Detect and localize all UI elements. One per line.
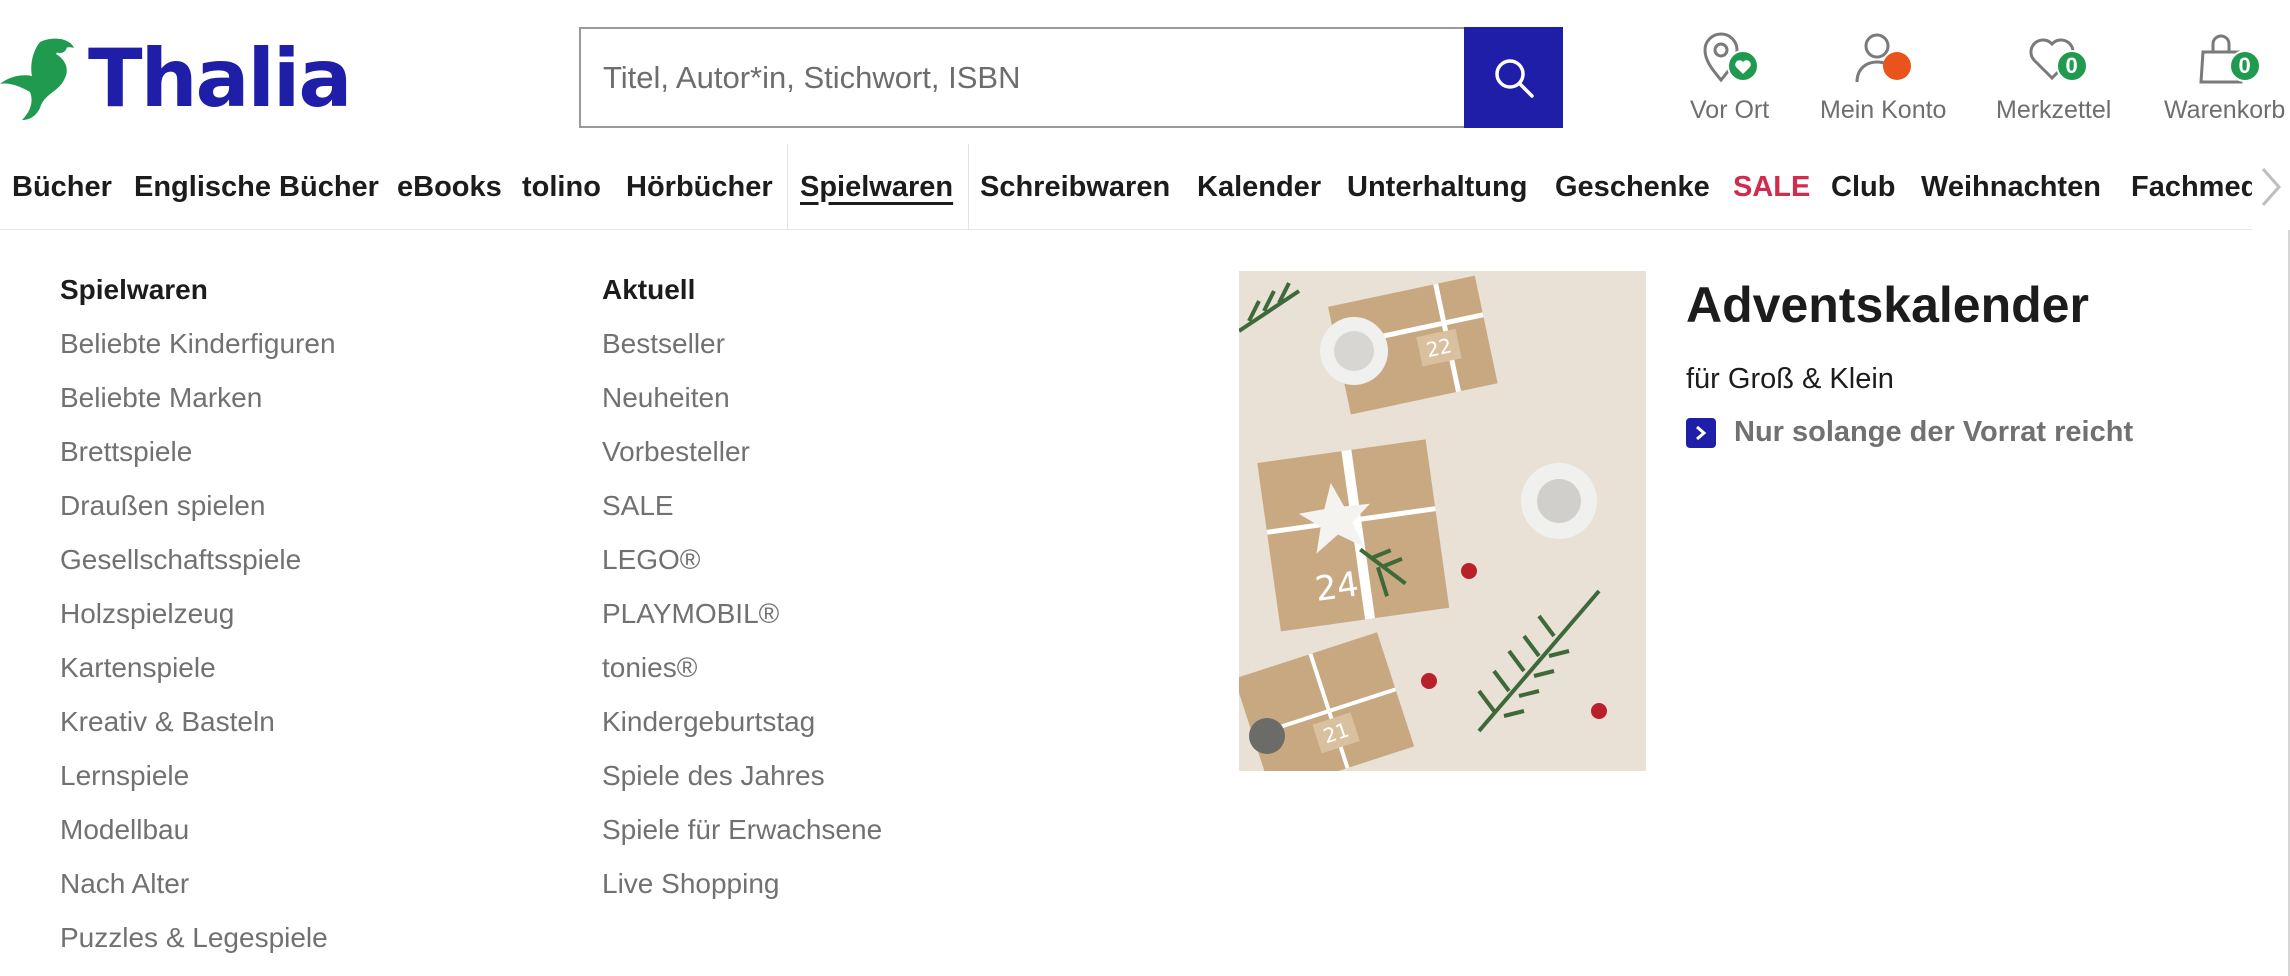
menu-link[interactable]: Puzzles & Legespiele (60, 920, 336, 974)
search-button[interactable] (1464, 27, 1563, 128)
nav-separator (968, 144, 969, 230)
nav-item-schreibwaren[interactable]: Schreibwaren (980, 144, 1170, 230)
menu-link[interactable]: Draußen spielen (60, 488, 336, 542)
account-button[interactable]: Mein Konto (1820, 30, 1946, 125)
menu-link[interactable]: Neuheiten (602, 380, 882, 434)
main-navigation: Bücher Englische Bücher eBooks tolino Hö… (0, 144, 2290, 230)
menu-link[interactable]: tonies® (602, 650, 882, 704)
nav-item-geschenke[interactable]: Geschenke (1555, 144, 1710, 230)
gift-number-label: 24 (1313, 564, 1361, 610)
location-heart-icon (1694, 30, 1766, 86)
menu-link[interactable]: LEGO® (602, 542, 882, 596)
cart-button[interactable]: 0 Warenkorb (2164, 30, 2285, 125)
menu-link[interactable]: Lernspiele (60, 758, 336, 812)
search-icon (1494, 58, 1534, 98)
nav-item-ebooks[interactable]: eBooks (397, 144, 502, 230)
logo-wordmark: Thalia (88, 32, 352, 125)
menu-link[interactable]: Brettspiele (60, 434, 336, 488)
promo-subtitle: für Groß & Klein (1686, 363, 1894, 395)
menu-link[interactable]: Beliebte Kinderfiguren (60, 326, 336, 380)
nav-item-spielwaren[interactable]: Spielwaren (800, 144, 953, 230)
advent-calendar-promo-image[interactable]: 22 24 21 (1239, 271, 1646, 771)
menu-column-title[interactable]: Spielwaren (60, 272, 336, 326)
logo-figure-icon (0, 38, 74, 120)
menu-link[interactable]: Nach Alter (60, 866, 336, 920)
menu-column-aktuell: Aktuell Bestseller Neuheiten Vorbestelle… (602, 272, 882, 920)
menu-link[interactable]: Modellbau (60, 812, 336, 866)
wishlist-button[interactable]: 0 Merkzettel (1996, 30, 2111, 125)
menu-link[interactable]: Spiele des Jahres (602, 758, 882, 812)
nav-item-unterhaltung[interactable]: Unterhaltung (1347, 144, 1527, 230)
chevron-right-icon (2261, 168, 2282, 206)
promo-link-label: Nur solange der Vorrat reicht (1734, 416, 2134, 448)
nav-separator (787, 144, 788, 230)
nav-item-tolino[interactable]: tolino (522, 144, 601, 230)
menu-column-spielwaren: Spielwaren Beliebte Kinderfiguren Belieb… (60, 272, 336, 974)
menu-link[interactable]: PLAYMOBIL® (602, 596, 882, 650)
menu-link[interactable]: Spiele für Erwachsene (602, 812, 882, 866)
nav-item-hoerbuecher[interactable]: Hörbücher (626, 144, 773, 230)
store-locator-label: Vor Ort (1690, 96, 1770, 124)
nav-scroll-right-button[interactable] (2252, 144, 2290, 230)
menu-link[interactable]: Gesellschaftsspiele (60, 542, 336, 596)
menu-link[interactable]: SALE (602, 488, 882, 542)
nav-item-kalender[interactable]: Kalender (1197, 144, 1321, 230)
menu-link[interactable]: Kartenspiele (60, 650, 336, 704)
menu-link[interactable]: Bestseller (602, 326, 882, 380)
search-bar (579, 27, 1563, 128)
menu-link[interactable]: Holzspielzeug (60, 596, 336, 650)
wishlist-label: Merkzettel (1996, 96, 2112, 124)
shopping-bag-icon: 0 (2189, 30, 2261, 86)
menu-column-title[interactable]: Aktuell (602, 272, 882, 326)
nav-item-weihnachten[interactable]: Weihnachten (1921, 144, 2101, 230)
account-label: Mein Konto (1820, 96, 1947, 124)
nav-item-englische-buecher[interactable]: Englische Bücher (134, 144, 379, 230)
menu-link[interactable]: Beliebte Marken (60, 380, 336, 434)
nav-item-sale[interactable]: SALE (1733, 144, 1810, 230)
mega-menu-spielwaren: Spielwaren Beliebte Kinderfiguren Belieb… (0, 230, 2290, 976)
menu-link[interactable]: Live Shopping (602, 866, 882, 920)
nav-item-club[interactable]: Club (1831, 144, 1895, 230)
promo-title[interactable]: Adventskalender (1686, 276, 2089, 334)
cart-count-badge: 0 (2228, 50, 2261, 82)
search-input[interactable] (579, 27, 1464, 128)
store-locator-button[interactable]: Vor Ort (1690, 30, 1769, 125)
nav-item-buecher[interactable]: Bücher (12, 144, 112, 230)
heart-icon: 0 (2018, 30, 2090, 86)
promo-link[interactable]: Nur solange der Vorrat reicht (1686, 416, 2133, 449)
menu-link[interactable]: Kreativ & Basteln (60, 704, 336, 758)
cart-label: Warenkorb (2164, 96, 2286, 124)
chevron-right-icon (1686, 417, 1716, 448)
menu-link[interactable]: Kindergeburtstag (602, 704, 882, 758)
wishlist-count-badge: 0 (2055, 50, 2088, 82)
menu-link[interactable]: Vorbesteller (602, 434, 882, 488)
user-icon (1847, 30, 1919, 86)
thalia-logo[interactable]: Thalia (0, 32, 352, 125)
